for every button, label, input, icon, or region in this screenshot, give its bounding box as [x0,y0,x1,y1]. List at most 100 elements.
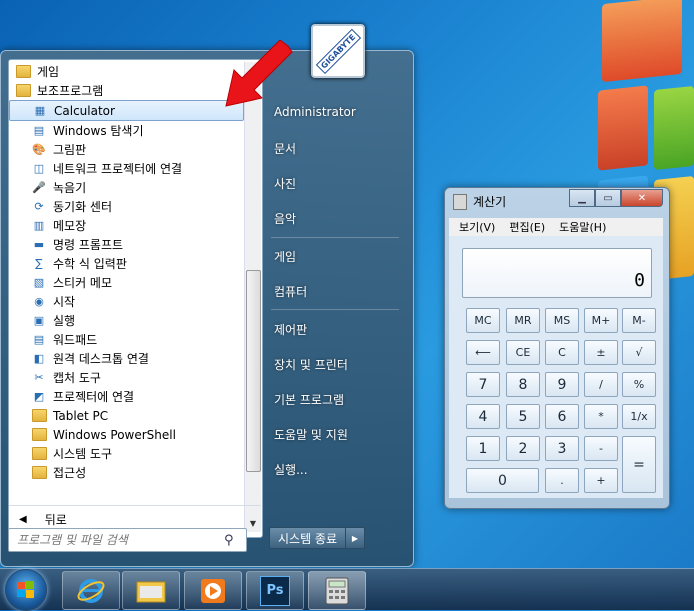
program-item[interactable]: Tablet PC [9,406,244,425]
calc-key[interactable]: 5 [506,404,540,429]
program-label: 원격 데스크톱 연결 [53,352,149,366]
right-item-documents[interactable]: 문서 [274,140,296,157]
program-label: 수학 식 입력판 [53,257,127,271]
right-item-run[interactable]: 실행... [274,461,308,478]
calc-key[interactable]: 1/x [622,404,656,429]
calc-key[interactable]: 1 [466,436,500,461]
program-item[interactable]: 접근성 [9,463,244,482]
taskbar-photoshop[interactable]: Ps [246,571,304,610]
program-item[interactable]: 보조프로그램 [9,81,244,100]
calc-key[interactable]: = [622,436,656,493]
program-item[interactable]: ▬ 명령 프롬프트 [9,235,244,254]
program-label: 워드패드 [53,333,98,347]
right-item-help-support[interactable]: 도움말 및 지원 [274,426,348,443]
search-input[interactable] [15,532,224,548]
menu-edit[interactable]: 편집(E) [509,219,545,235]
shutdown-group: 시스템 종료 ▶ [269,527,365,549]
calc-key[interactable]: M- [622,308,656,333]
back-label: 뒤로 [44,512,67,527]
scroll-thumb[interactable] [246,270,261,472]
program-label: 녹음기 [53,181,87,195]
right-item-devices-printers[interactable]: 장치 및 프린터 [274,356,348,373]
program-list-scrollbar[interactable]: ▲ ▼ [244,62,261,532]
program-item[interactable]: 시스템 도구 [9,444,244,463]
right-item-games[interactable]: 게임 [274,248,296,265]
program-item[interactable]: ▤ 워드패드 [9,330,244,349]
program-item[interactable]: ∑ 수학 식 입력판 [9,254,244,273]
calc-key[interactable]: 8 [506,372,540,397]
program-item[interactable]: ⟳ 동기화 센터 [9,197,244,216]
program-item[interactable]: ▦ Calculator [9,100,244,121]
program-item[interactable]: Windows PowerShell [9,425,244,444]
calc-key[interactable]: CE [506,340,540,365]
program-item[interactable]: ▣ 실행 [9,311,244,330]
calc-key[interactable]: - [584,436,618,461]
calc-key[interactable]: / [584,372,618,397]
taskbar-file-explorer[interactable] [122,571,180,610]
program-item[interactable]: ◫ 네트워크 프로젝터에 연결 [9,159,244,178]
search-box[interactable]: ⚲ [8,528,247,552]
shutdown-button[interactable]: 시스템 종료 [269,527,346,549]
program-item[interactable]: ✂ 캡처 도구 [9,368,244,387]
calc-key[interactable]: 7 [466,372,500,397]
calc-key[interactable]: 6 [545,404,579,429]
menu-help[interactable]: 도움말(H) [559,219,606,235]
calc-key[interactable]: + [584,468,618,493]
calc-key[interactable]: . [545,468,579,493]
folder-icon [31,465,47,481]
menu-view[interactable]: 보기(V) [459,219,495,235]
program-item[interactable]: ▥ 메모장 [9,216,244,235]
window-controls: ▁ ▭ ✕ [569,189,663,207]
remote-desktop-icon: ◧ [33,352,45,365]
calc-key[interactable]: MS [545,308,579,333]
calc-key[interactable]: ⟵ [466,340,500,365]
program-list: 게임보조프로그램 ▦ Calculator ▤ Windows 탐색기 🎨 그림판 ◫ 네트워크… [9,62,244,482]
calc-key[interactable]: √ [622,340,656,365]
program-label: 스티커 메모 [53,276,113,290]
taskbar-internet-explorer[interactable] [62,571,120,610]
snipping-tool-icon: ✂ [34,371,44,384]
calc-key[interactable]: 4 [466,404,500,429]
calc-key[interactable]: M+ [584,308,618,333]
program-label: 게임 [37,65,60,79]
minimize-icon[interactable]: ▁ [569,189,595,207]
calc-key[interactable]: 9 [545,372,579,397]
calc-key[interactable]: % [622,372,656,397]
right-item-computer[interactable]: 컴퓨터 [274,283,307,300]
taskbar-calculator[interactable] [308,571,366,610]
program-item[interactable]: ▤ Windows 탐색기 [9,121,244,140]
program-item[interactable]: ◧ 원격 데스크톱 연결 [9,349,244,368]
start-button[interactable] [5,569,47,611]
program-item[interactable]: ▧ 스티커 메모 [9,273,244,292]
right-item-pictures[interactable]: 사진 [274,175,296,192]
program-item[interactable]: 🎨 그림판 [9,140,244,159]
program-item[interactable]: 게임 [9,62,244,81]
calc-key[interactable]: 2 [506,436,540,461]
calc-key[interactable]: MR [506,308,540,333]
close-icon[interactable]: ✕ [621,189,663,207]
calc-key[interactable]: ± [584,340,618,365]
microphone-icon: 🎤 [32,181,46,194]
paint-icon: 🎨 [32,143,46,156]
search-icon[interactable]: ⚲ [224,533,234,548]
taskbar-media-player[interactable] [184,571,242,610]
calc-key[interactable]: C [545,340,579,365]
folder-icon [31,408,47,424]
calc-key[interactable]: 3 [545,436,579,461]
right-item-music[interactable]: 음악 [274,210,296,227]
program-item[interactable]: ◉ 시작 [9,292,244,311]
calc-key[interactable]: MC [466,308,500,333]
right-item-default-programs[interactable]: 기본 프로그램 [274,391,344,408]
maximize-icon[interactable]: ▭ [595,189,621,207]
folder-icon [15,83,31,99]
shutdown-options-arrow-icon[interactable]: ▶ [346,527,365,549]
back-arrow-icon: ◀ [19,513,27,525]
user-avatar[interactable]: GIGABYTE [311,24,365,78]
calc-key[interactable]: 0 [466,468,539,493]
program-item[interactable]: ◩ 프로젝터에 연결 [9,387,244,406]
display-value: 0 [634,270,645,291]
program-item[interactable]: 🎤 녹음기 [9,178,244,197]
program-label: 동기화 센터 [53,200,113,214]
calc-key[interactable]: * [584,404,618,429]
right-item-control-panel[interactable]: 제어판 [274,321,307,338]
